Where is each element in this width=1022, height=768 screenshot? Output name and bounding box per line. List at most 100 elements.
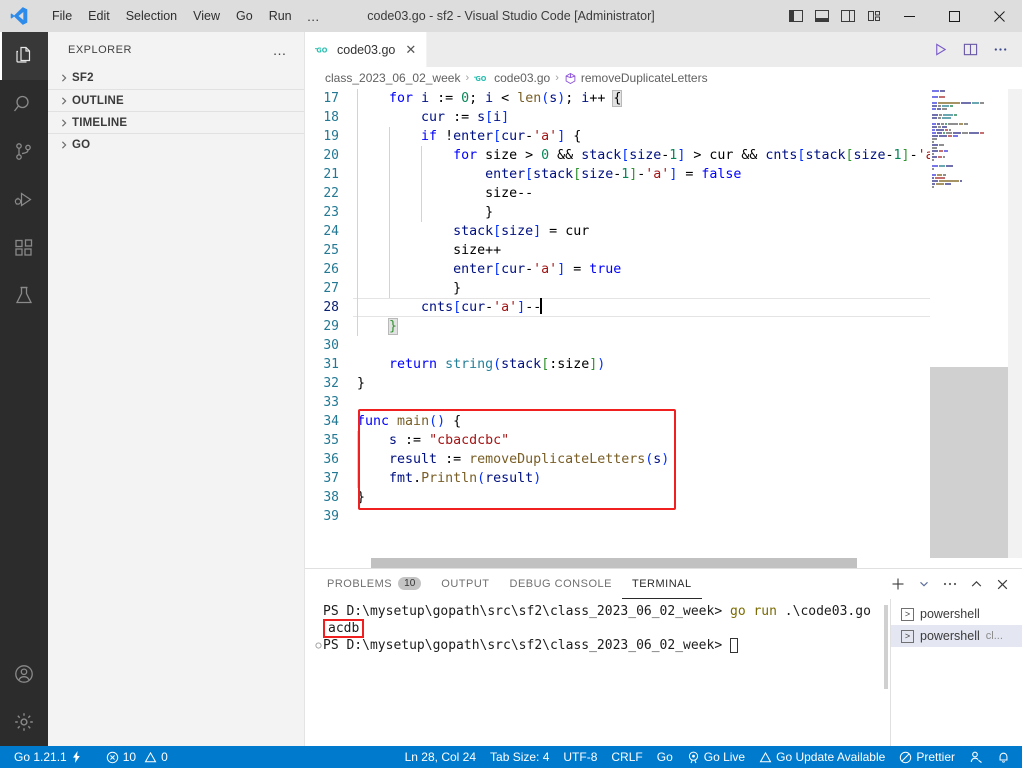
terminal-scrollbar[interactable] — [884, 605, 888, 689]
code-line[interactable]: 28 cnts[cur-'a']-- — [305, 298, 930, 317]
toggle-secondary-sidebar-icon[interactable] — [835, 0, 861, 32]
status-go-update[interactable]: Go Update Available — [752, 746, 892, 768]
close-icon[interactable]: ✕ — [405, 42, 416, 58]
panel-tab-terminal[interactable]: TERMINAL — [621, 569, 702, 599]
status-language-mode[interactable]: Go — [650, 746, 680, 768]
code-line[interactable]: 23 } — [305, 203, 930, 222]
chevron-down-icon[interactable] — [912, 569, 936, 599]
code-line[interactable]: 22 size-- — [305, 184, 930, 203]
code-line[interactable]: 35 s := "cbacdcbc" — [305, 431, 930, 450]
code-line[interactable]: 39 — [305, 507, 930, 526]
menu-edit[interactable]: Edit — [80, 6, 118, 26]
problems-count-badge: 10 — [398, 577, 422, 590]
status-eol-label: CRLF — [611, 750, 643, 764]
code-line[interactable]: 21 enter[stack[size-1]-'a'] = false — [305, 165, 930, 184]
window-minimize-button[interactable] — [887, 0, 932, 32]
code-line[interactable]: 32} — [305, 374, 930, 393]
maximize-panel-icon[interactable] — [964, 569, 988, 599]
toggle-primary-sidebar-icon[interactable] — [783, 0, 809, 32]
breadcrumb-symbol[interactable]: removeDuplicateLetters — [564, 71, 708, 85]
code-text: cnts[cur-'a']-- — [421, 298, 543, 315]
line-number: 32 — [323, 376, 339, 391]
code-line[interactable]: 27 } — [305, 279, 930, 298]
sidebar-more-actions-icon[interactable]: … — [273, 42, 297, 58]
line-number: 31 — [323, 357, 339, 372]
terminal-output[interactable]: PS D:\mysetup\gopath\src\sf2\class_2023_… — [305, 599, 890, 746]
window-close-button[interactable] — [977, 0, 1022, 32]
terminal-list-label: powershell — [920, 629, 980, 643]
status-go-version[interactable]: Go 1.21.1 — [0, 746, 89, 768]
new-terminal-icon[interactable] — [886, 569, 910, 599]
code-editor[interactable]: 17 for i := 0; i < len(s); i++ {18 cur :… — [305, 89, 1022, 558]
editor-minimap[interactable] — [930, 89, 1022, 558]
breadcrumb-folder[interactable]: class_2023_06_02_week — [325, 71, 460, 85]
activity-item-source-control[interactable] — [0, 128, 48, 176]
code-text: s := "cbacdcbc" — [389, 433, 510, 448]
activity-item-search[interactable] — [0, 80, 48, 128]
menu-view[interactable]: View — [185, 6, 228, 26]
code-line[interactable]: 31 return string(stack[:size]) — [305, 355, 930, 374]
sidebar-section-go[interactable]: GO — [48, 133, 304, 155]
menu-go[interactable]: Go — [228, 6, 261, 26]
code-line[interactable]: 30 — [305, 336, 930, 355]
terminal-list-item-2[interactable]: > powershell cl... — [891, 625, 1022, 647]
status-problems[interactable]: 10 0 — [99, 746, 175, 768]
chevron-right-icon — [56, 118, 72, 128]
status-eol[interactable]: CRLF — [604, 746, 649, 768]
titlebar-actions — [783, 0, 1022, 32]
status-remote[interactable] — [962, 746, 990, 768]
code-line[interactable]: 36 result := removeDuplicateLetters(s) — [305, 450, 930, 469]
editor-tab-code03[interactable]: GO code03.go ✕ — [305, 32, 428, 67]
code-line[interactable]: 37 fmt.Println(result) — [305, 469, 930, 488]
horizontal-scroll-thumb[interactable] — [371, 558, 857, 568]
activity-item-testing[interactable] — [0, 272, 48, 320]
code-line[interactable]: 26 enter[cur-'a'] = true — [305, 260, 930, 279]
code-scroll-area[interactable]: 17 for i := 0; i < len(s); i++ {18 cur :… — [305, 89, 930, 558]
code-line[interactable]: 38} — [305, 488, 930, 507]
status-prettier[interactable]: Prettier — [892, 746, 962, 768]
menu-selection[interactable]: Selection — [118, 6, 185, 26]
split-editor-right-icon[interactable] — [956, 32, 984, 67]
code-line[interactable]: 20 for size > 0 && stack[size-1] > cur &… — [305, 146, 930, 165]
panel-tab-debug-console[interactable]: DEBUG CONSOLE — [500, 569, 622, 599]
status-notifications[interactable] — [990, 746, 1022, 768]
panel-more-actions-icon[interactable] — [938, 569, 962, 599]
code-line[interactable]: 25 size++ — [305, 241, 930, 260]
close-panel-icon[interactable] — [990, 569, 1014, 599]
code-text: fmt.Println(result) — [389, 471, 542, 486]
menu-file[interactable]: File — [44, 6, 80, 26]
status-go-live[interactable]: Go Live — [680, 746, 752, 768]
window-maximize-button[interactable] — [932, 0, 977, 32]
code-line[interactable]: 18 cur := s[i] — [305, 108, 930, 127]
editor-more-actions-icon[interactable] — [986, 32, 1014, 67]
code-line[interactable]: 33 — [305, 393, 930, 412]
activity-item-run-and-debug[interactable] — [0, 176, 48, 224]
code-line[interactable]: 19 if !enter[cur-'a'] { — [305, 127, 930, 146]
sidebar-section-sf2[interactable]: SF2 — [48, 67, 304, 89]
code-line[interactable]: 29 } — [305, 317, 930, 336]
code-line[interactable]: 24 stack[size] = cur — [305, 222, 930, 241]
run-code-icon[interactable] — [926, 32, 954, 67]
code-line[interactable]: 34 func main() { — [305, 412, 930, 431]
chevron-right-icon — [56, 140, 72, 150]
breadcrumb-file[interactable]: GO code03.go — [474, 71, 550, 85]
status-encoding[interactable]: UTF-8 — [556, 746, 604, 768]
customize-layout-icon[interactable] — [861, 0, 887, 32]
minimap-slider[interactable] — [1008, 89, 1022, 558]
menu-run[interactable]: Run — [261, 6, 300, 26]
sidebar-section-timeline[interactable]: TIMELINE — [48, 111, 304, 133]
menu-more-button[interactable]: … — [300, 6, 328, 27]
panel-tab-problems[interactable]: PROBLEMS 10 — [317, 569, 431, 599]
activity-item-settings[interactable] — [0, 698, 48, 746]
code-line[interactable]: 17 for i := 0; i < len(s); i++ { — [305, 89, 930, 108]
terminal-list-item-1[interactable]: > powershell — [891, 603, 1022, 625]
sidebar-section-outline[interactable]: OUTLINE — [48, 89, 304, 111]
activity-item-accounts[interactable] — [0, 650, 48, 698]
editor-horizontal-scrollbar[interactable] — [305, 558, 1022, 568]
activity-item-explorer[interactable] — [0, 32, 48, 80]
activity-item-extensions[interactable] — [0, 224, 48, 272]
toggle-panel-icon[interactable] — [809, 0, 835, 32]
status-cursor-position[interactable]: Ln 28, Col 24 — [398, 746, 483, 768]
status-indentation[interactable]: Tab Size: 4 — [483, 746, 556, 768]
panel-tab-output[interactable]: OUTPUT — [431, 569, 499, 599]
